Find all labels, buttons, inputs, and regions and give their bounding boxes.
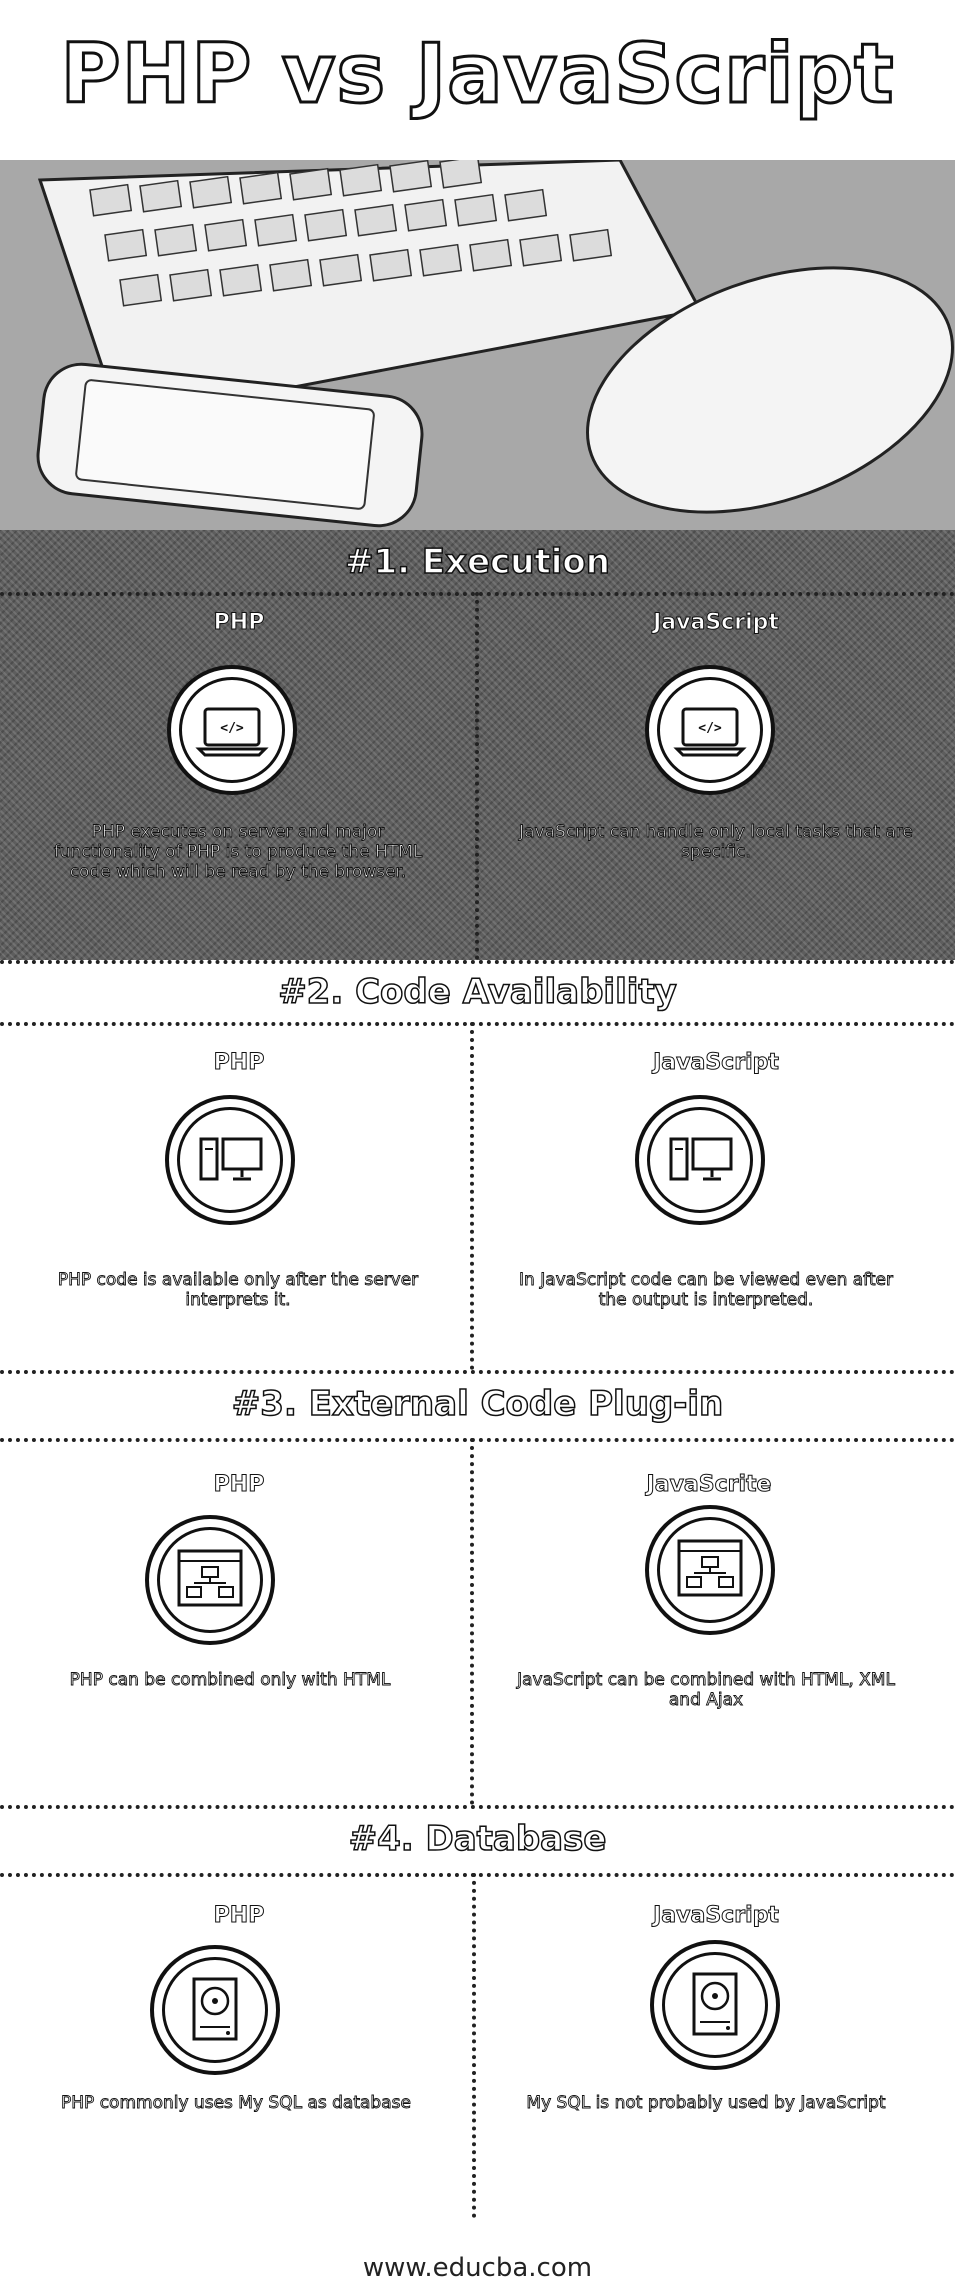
section-title: #3. External Code Plug-in bbox=[231, 1383, 724, 1425]
description-javascript: JavaScript can be combined with HTML, XM… bbox=[517, 1670, 896, 1711]
section-code-availability: #2. Code Availability PHP PHP code is av… bbox=[0, 960, 955, 1370]
section-external-code-plugin: #3. External Code Plug-in PHP PHP can be… bbox=[0, 1370, 955, 1805]
svg-text:</>: </> bbox=[698, 721, 722, 736]
browser-sitemap-icon bbox=[645, 1505, 775, 1635]
column-heading-javascript: JavaScrite bbox=[646, 1472, 772, 1498]
description-javascript: My SQL is not probably used by JavaScrip… bbox=[526, 2093, 886, 2114]
column-heading-php: PHP bbox=[213, 1472, 265, 1498]
column-heading-javascript: JavaScript bbox=[653, 1050, 780, 1076]
column-divider bbox=[475, 592, 479, 960]
description-php: PHP code is available only after the ser… bbox=[57, 1270, 419, 1311]
divider bbox=[0, 1370, 955, 1374]
description-php: PHP can be combined only with HTML bbox=[69, 1670, 391, 1691]
section-title: #2. Code Availability bbox=[277, 971, 677, 1013]
section-title: #4. Database bbox=[348, 1818, 607, 1860]
divider bbox=[0, 1805, 955, 1809]
desktop-computer-icon bbox=[635, 1095, 765, 1225]
divider bbox=[0, 960, 955, 964]
desk-illustration bbox=[0, 160, 955, 530]
divider bbox=[0, 1022, 955, 1026]
divider bbox=[0, 1438, 955, 1442]
description-javascript: In JavaScript code can be viewed even af… bbox=[519, 1270, 894, 1311]
svg-text:</>: </> bbox=[220, 721, 244, 736]
description-php: PHP commonly uses My SQL as database bbox=[61, 2093, 412, 2114]
browser-sitemap-icon bbox=[145, 1515, 275, 1645]
column-heading-javascript: JavaScript bbox=[653, 1903, 780, 1929]
divider bbox=[0, 1873, 955, 1877]
column-heading-php: PHP bbox=[213, 1050, 265, 1076]
section-execution: #1. Execution PHP </> PHP executes on se… bbox=[0, 530, 955, 960]
column-heading-php: PHP bbox=[213, 1903, 265, 1929]
footer-url: www.educba.com bbox=[362, 2253, 593, 2283]
section-database: #4. Database PHP PHP commonly uses My SQ… bbox=[0, 1805, 955, 2250]
section-title: #1. Execution bbox=[344, 541, 610, 583]
column-heading-php: PHP bbox=[213, 610, 265, 636]
desktop-computer-icon bbox=[165, 1095, 295, 1225]
code-laptop-icon: </> bbox=[167, 665, 297, 795]
column-heading-javascript: JavaScript bbox=[653, 610, 780, 636]
code-laptop-icon: </> bbox=[645, 665, 775, 795]
hard-drive-icon bbox=[650, 1940, 780, 2070]
description-php: PHP executes on server and major functio… bbox=[53, 822, 423, 883]
description-javascript: JavaScript can handle only local tasks t… bbox=[519, 822, 914, 863]
hero-image bbox=[0, 160, 955, 530]
hard-drive-icon bbox=[150, 1945, 280, 2075]
page-title: PHP vs JavaScript bbox=[59, 26, 895, 124]
